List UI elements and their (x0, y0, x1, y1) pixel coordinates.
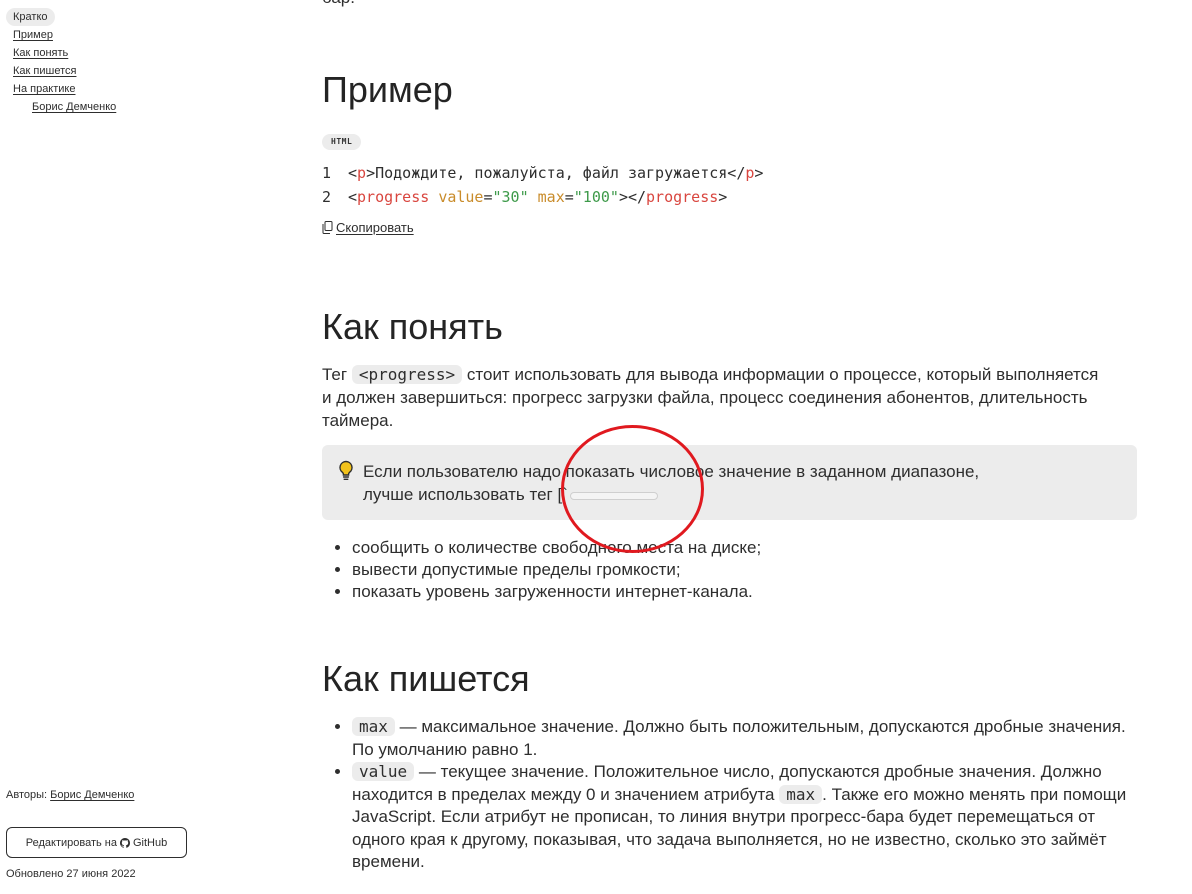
tip-callout: Если пользователю надо показать числовое… (322, 445, 1137, 520)
toc-item-syntax[interactable]: Как пишется (13, 62, 116, 80)
edit-on-github-button[interactable]: Редактировать на GitHub (6, 827, 187, 858)
list-item: вывести допустимые пределы громкости; (352, 559, 1138, 581)
lightbulb-icon (339, 460, 353, 480)
inline-code-max: max (352, 717, 395, 736)
heading-understand: Как понять (322, 306, 503, 347)
copy-icon (322, 221, 333, 234)
inline-code-value: value (352, 762, 415, 781)
authors-line: Авторы: Борис Демченко (6, 789, 134, 801)
toc-item-example[interactable]: Пример (13, 26, 116, 44)
attributes-list: max — максимальное значение. Должно быть… (322, 716, 1138, 874)
code-line-1: 1 <p>Подождите, пожалуйста, файл загружае… (322, 164, 764, 182)
heading-example: Пример (322, 69, 453, 110)
list-item: сообщить о количестве свободного места н… (352, 537, 1138, 559)
toc-item-kratko[interactable]: Кратко (6, 8, 55, 26)
edit-button-label: Редактировать на (25, 836, 117, 849)
copy-label: Скопировать (336, 220, 414, 235)
edit-button-brand: GitHub (132, 836, 168, 849)
toc-item-practice-author[interactable]: Борис Демченко (32, 98, 116, 116)
copy-code-button[interactable]: Скопировать (322, 220, 414, 235)
toc-item-practice[interactable]: На практике (13, 80, 116, 98)
table-of-contents: Кратко Пример Как понять Как пишется На … (6, 8, 116, 116)
list-item-value: value — текущее значение. Положительное … (352, 761, 1138, 874)
use-case-list: сообщить о количестве свободного места н… (322, 537, 1138, 603)
toc-item-understand[interactable]: Как понять (13, 44, 116, 62)
github-icon (119, 837, 130, 848)
heading-syntax: Как пишется (322, 658, 530, 699)
inline-code-progress: <progress> (351, 365, 463, 384)
authors-label: Авторы: (6, 789, 48, 801)
previous-paragraph-fragment: бар. (322, 0, 355, 10)
code-language-badge: HTML (322, 134, 362, 150)
code-block: 1 <p>Подождите, пожалуйста, файл загружае… (322, 161, 763, 209)
inline-code-max-ref: max (779, 784, 823, 804)
author-link[interactable]: Борис Демченко (50, 789, 134, 801)
updated-date: Обновлено 27 июня 2022 (6, 868, 136, 880)
code-line-2: 2 <progress value="30" max="100"></progre… (322, 188, 728, 206)
list-item-max: max — максимальное значение. Должно быть… (352, 716, 1138, 761)
callout-line-2: лучше использовать тег [` (363, 485, 568, 504)
meter-preview (569, 491, 658, 500)
list-item: показать уровень загруженности интернет-… (352, 581, 1138, 603)
callout-line-1: Если пользователю надо показать числовое… (363, 462, 980, 481)
understand-paragraph: Тег <progress> стоит использовать для вы… (322, 365, 1099, 430)
